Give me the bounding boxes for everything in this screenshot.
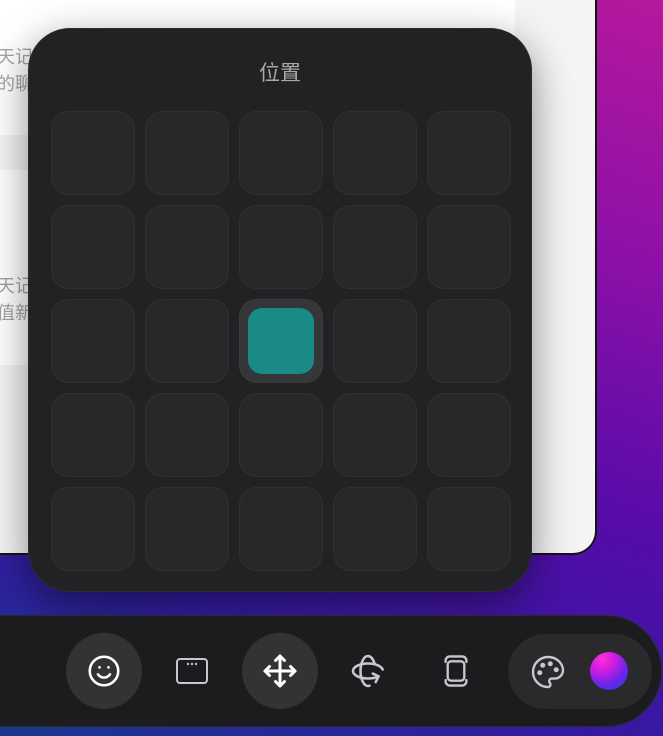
selected-position-marker xyxy=(248,308,314,374)
position-cell-r2-c2[interactable] xyxy=(145,205,229,289)
color-swatch[interactable] xyxy=(590,652,628,690)
position-cell-r1-c1[interactable] xyxy=(51,111,135,195)
position-cell-r4-c3[interactable] xyxy=(239,393,323,477)
position-cell-r2-c3[interactable] xyxy=(239,205,323,289)
window-button[interactable] xyxy=(154,633,230,709)
orbit-icon xyxy=(350,653,386,689)
position-cell-r3-c1[interactable] xyxy=(51,299,135,383)
palette-icon xyxy=(530,654,566,690)
emoji-button[interactable] xyxy=(66,633,142,709)
bottom-toolbar xyxy=(0,615,662,727)
position-grid xyxy=(51,111,511,571)
position-panel: 位置 xyxy=(28,28,532,592)
position-cell-r5-c5[interactable] xyxy=(427,487,511,571)
position-cell-r5-c2[interactable] xyxy=(145,487,229,571)
tool-buttons xyxy=(66,633,494,709)
layers-icon xyxy=(439,653,473,689)
orbit-button[interactable] xyxy=(330,633,406,709)
position-cell-r2-c5[interactable] xyxy=(427,205,511,289)
palette-button[interactable] xyxy=(510,634,586,709)
position-cell-r3-c4[interactable] xyxy=(333,299,417,383)
position-cell-r2-c4[interactable] xyxy=(333,205,417,289)
smiley-icon xyxy=(86,653,122,689)
position-cell-r5-c1[interactable] xyxy=(51,487,135,571)
position-cell-r3-c2[interactable] xyxy=(145,299,229,383)
layers-button[interactable] xyxy=(418,633,494,709)
position-cell-r4-c1[interactable] xyxy=(51,393,135,477)
panel-title: 位置 xyxy=(259,61,301,85)
window-icon xyxy=(174,654,210,688)
position-cell-r4-c5[interactable] xyxy=(427,393,511,477)
position-cell-r5-c4[interactable] xyxy=(333,487,417,571)
appearance-group xyxy=(508,634,652,709)
position-cell-r2-c1[interactable] xyxy=(51,205,135,289)
position-cell-r3-c5[interactable] xyxy=(427,299,511,383)
move-button[interactable] xyxy=(242,633,318,709)
position-cell-r3-c3[interactable] xyxy=(239,299,323,383)
position-cell-r1-c3[interactable] xyxy=(239,111,323,195)
position-cell-r5-c3[interactable] xyxy=(239,487,323,571)
position-cell-r4-c2[interactable] xyxy=(145,393,229,477)
position-cell-r4-c4[interactable] xyxy=(333,393,417,477)
move-icon xyxy=(262,653,298,689)
position-cell-r1-c5[interactable] xyxy=(427,111,511,195)
position-cell-r1-c4[interactable] xyxy=(333,111,417,195)
position-cell-r1-c2[interactable] xyxy=(145,111,229,195)
